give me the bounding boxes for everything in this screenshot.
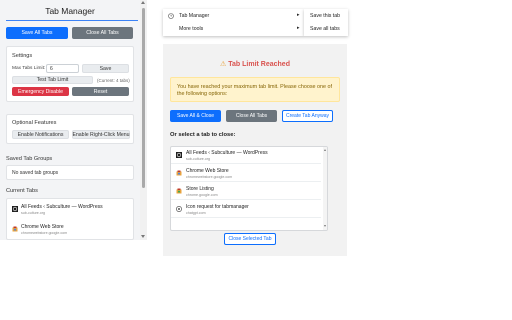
reset-button[interactable]: Reset	[72, 87, 129, 96]
submenu-arrow-icon: ▸	[297, 25, 300, 31]
tab-limit-dialog: ⚠ Tab Limit Reached You have reached you…	[163, 44, 347, 256]
max-tabs-input[interactable]: 6	[46, 64, 79, 73]
close-selected-tab-button[interactable]: Close Selected Tab	[224, 233, 276, 245]
select-tab-prompt: Or select a tab to close:	[170, 132, 236, 138]
tab-url: chrome.google.com	[186, 193, 218, 197]
warning-message: You have reached your maximum tab limit.…	[177, 84, 333, 97]
close-all-tabs-button[interactable]: Close All Tabs	[226, 110, 277, 122]
list-item[interactable]: All Feeds ‹ Subculture — WordPress sub-c…	[171, 147, 321, 164]
enable-notifications-button[interactable]: Enable Notifications	[12, 130, 69, 139]
scroll-up-arrow-icon[interactable]	[141, 1, 145, 4]
tab-url: chatgpt.com	[186, 211, 206, 215]
save-limit-button[interactable]: Save	[82, 64, 129, 73]
popup-title: Tab Manager	[45, 6, 95, 16]
save-all-and-close-button[interactable]: Save All & Close	[170, 110, 221, 122]
tab-url: sub-culture.org	[21, 211, 45, 215]
wordpress-icon	[12, 206, 18, 212]
list-item[interactable]: Chrome Web Store chromewebstore.google.c…	[7, 221, 133, 240]
scroll-up-arrow-icon[interactable]: ▴	[324, 148, 326, 152]
submenu-save-all-tabs[interactable]: Save all tabs	[310, 26, 340, 32]
current-tabs-count: (Current: 4 tabs)	[97, 78, 130, 83]
context-submenu: Save this tab Save all tabs	[304, 9, 348, 36]
tab-title: Store Listing	[186, 186, 214, 192]
wordpress-icon	[176, 152, 182, 158]
tab-title: All Feeds ‹ Subculture — WordPress	[186, 150, 268, 156]
warning-box: You have reached your maximum tab limit.…	[170, 77, 340, 102]
save-all-tabs-button[interactable]: Save All Tabs	[6, 27, 68, 39]
submenu-save-this-tab[interactable]: Save this tab	[310, 13, 340, 19]
menu-item-tab-manager[interactable]: Tab Manager	[179, 13, 209, 19]
menu-item-more-tools[interactable]: More tools	[179, 26, 203, 32]
tab-title: Icon request for tabmanager	[186, 204, 249, 210]
tab-title: Chrome Web Store	[21, 224, 64, 230]
clock-icon	[168, 13, 174, 19]
dialog-title-text: Tab Limit Reached	[228, 61, 290, 68]
tab-title: All Feeds ‹ Subculture — WordPress	[21, 204, 103, 210]
scroll-down-arrow-icon[interactable]	[141, 235, 145, 238]
chrome-web-store-icon	[176, 170, 182, 176]
tab-manager-popup: Tab Manager Save All Tabs Close All Tabs…	[0, 0, 147, 240]
max-tabs-label: Max Tabs Limit:	[12, 66, 46, 71]
popup-scrollbar-thumb[interactable]	[142, 8, 145, 188]
list-item[interactable]: Icon request for tabmanager chatgpt.com	[171, 201, 321, 218]
list-scrollbar[interactable]: ▴ ▾	[323, 147, 327, 230]
saved-groups-box: No saved tab groups	[6, 165, 134, 180]
title-divider	[6, 20, 138, 21]
test-tab-limit-button[interactable]: Test Tab Limit	[12, 76, 93, 84]
tab-url: sub-culture.org	[186, 157, 210, 161]
optional-features-panel: Optional Features Enable Notifications E…	[6, 114, 134, 144]
tab-select-list: All Feeds ‹ Subculture — WordPress sub-c…	[170, 146, 328, 231]
chrome-web-store-icon	[12, 226, 18, 232]
saved-groups-empty: No saved tab groups	[12, 170, 59, 176]
emergency-disable-button[interactable]: Emergency Disable	[12, 87, 69, 96]
chrome-store-icon	[176, 188, 182, 194]
tab-url: chromewebstore.google.com	[186, 175, 233, 179]
list-item[interactable]: Store Listing chrome.google.com	[171, 183, 321, 200]
tab-url: chromewebstore.google.com	[21, 231, 68, 235]
optional-features-heading: Optional Features	[12, 120, 57, 126]
create-tab-anyway-button[interactable]: Create Tab Anyway	[282, 110, 333, 122]
settings-heading: Settings	[12, 53, 33, 59]
warning-icon: ⚠	[220, 61, 227, 68]
chatgpt-icon	[176, 206, 182, 212]
enable-right-click-menu-button[interactable]: Enable Right-Click Menu	[72, 130, 130, 139]
settings-panel: Settings Max Tabs Limit: 6 Save Test Tab…	[6, 46, 134, 102]
current-tabs-heading: Current Tabs	[6, 188, 38, 194]
list-item[interactable]: Chrome Web Store chromewebstore.google.c…	[171, 165, 321, 182]
saved-groups-heading: Saved Tab Groups	[6, 156, 53, 162]
list-item[interactable]: All Feeds ‹ Subculture — WordPress sub-c…	[7, 201, 133, 221]
dialog-title: ⚠ Tab Limit Reached	[163, 60, 347, 68]
current-tabs-list: All Feeds ‹ Subculture — WordPress sub-c…	[6, 198, 134, 240]
submenu-arrow-icon: ▸	[297, 12, 300, 18]
scroll-down-arrow-icon[interactable]: ▾	[324, 224, 326, 228]
close-all-tabs-button[interactable]: Close All Tabs	[72, 27, 133, 39]
tab-title: Chrome Web Store	[186, 168, 229, 174]
context-menu: Tab Manager ▸ More tools ▸	[163, 9, 304, 36]
